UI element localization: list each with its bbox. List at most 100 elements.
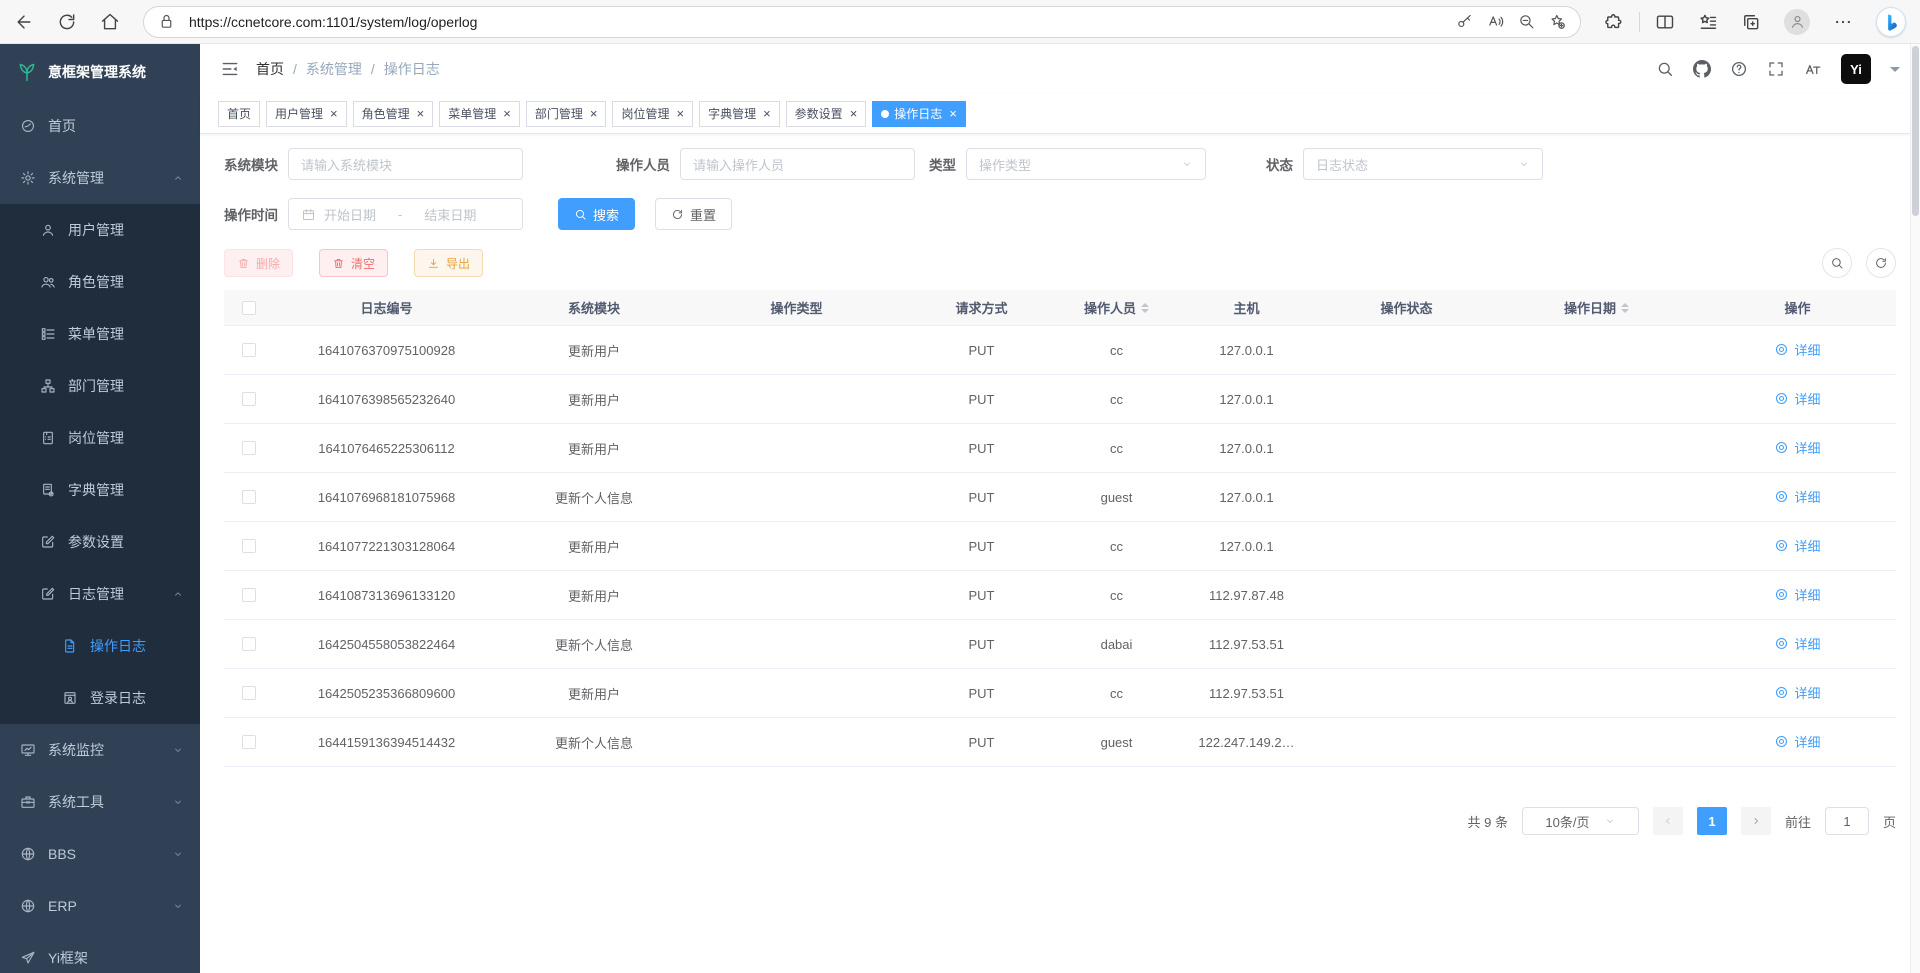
bing-chat-icon[interactable]	[1876, 7, 1906, 37]
row-checkbox[interactable]	[242, 392, 256, 406]
zoom-out-icon[interactable]	[1518, 13, 1535, 30]
row-checkbox[interactable]	[242, 686, 256, 700]
sidebar-item-11[interactable]: 登录日志	[0, 672, 200, 724]
column-header-7[interactable]: 操作日期	[1494, 298, 1699, 317]
sidebar-item-6[interactable]: 岗位管理	[0, 412, 200, 464]
detail-link[interactable]: 详细	[1774, 438, 1820, 457]
page-scrollbar[interactable]	[1910, 44, 1920, 973]
url-text[interactable]: https://ccnetcore.com:1101/system/log/op…	[189, 14, 1442, 30]
select-all-checkbox[interactable]	[242, 301, 256, 315]
sidebar-item-13[interactable]: 系统工具	[0, 776, 200, 828]
refresh-icon[interactable]	[57, 12, 77, 32]
close-icon[interactable]: ×	[949, 107, 957, 120]
back-icon[interactable]	[14, 12, 34, 32]
sidebar-item-7[interactable]: 字典管理	[0, 464, 200, 516]
favorite-add-icon[interactable]	[1549, 13, 1566, 30]
close-icon[interactable]: ×	[503, 107, 511, 120]
sidebar-item-2[interactable]: 用户管理	[0, 204, 200, 256]
close-icon[interactable]: ×	[590, 107, 598, 120]
lock-icon[interactable]	[158, 13, 175, 30]
detail-link[interactable]: 详细	[1774, 389, 1820, 408]
export-button[interactable]: 导出	[414, 249, 483, 277]
row-checkbox[interactable]	[242, 490, 256, 504]
read-aloud-icon[interactable]	[1487, 13, 1504, 30]
row-checkbox[interactable]	[242, 441, 256, 455]
home-icon[interactable]	[100, 12, 120, 32]
detail-link[interactable]: 详细	[1774, 683, 1820, 702]
tab-5[interactable]: 岗位管理×	[612, 101, 693, 127]
row-checkbox[interactable]	[242, 735, 256, 749]
sidebar-item-10[interactable]: 操作日志	[0, 620, 200, 672]
sort-caret-icon[interactable]	[1621, 303, 1629, 313]
sidebar-item-5[interactable]: 部门管理	[0, 360, 200, 412]
operator-input[interactable]: 请输入操作人员	[680, 148, 915, 180]
tab-4[interactable]: 部门管理×	[526, 101, 607, 127]
status-select[interactable]: 日志状态	[1303, 148, 1543, 180]
avatar-caret-icon[interactable]	[1890, 67, 1900, 77]
tab-3[interactable]: 菜单管理×	[439, 101, 520, 127]
close-icon[interactable]: ×	[417, 107, 425, 120]
prev-page-button[interactable]	[1653, 807, 1683, 835]
tab-6[interactable]: 字典管理×	[699, 101, 780, 127]
help-icon[interactable]	[1730, 60, 1748, 78]
page-number-1[interactable]: 1	[1697, 807, 1727, 835]
collections-icon[interactable]	[1741, 12, 1761, 32]
tab-8[interactable]: 操作日志×	[872, 101, 966, 127]
detail-link[interactable]: 详细	[1774, 732, 1820, 751]
extensions-icon[interactable]	[1604, 12, 1624, 32]
tab-1[interactable]: 用户管理×	[266, 101, 347, 127]
page-size-select[interactable]: 10条/页	[1522, 807, 1639, 835]
show-search-button[interactable]	[1822, 248, 1852, 278]
sidebar-item-1[interactable]: 系统管理	[0, 152, 200, 204]
user-avatar[interactable]: Yi	[1841, 54, 1871, 84]
detail-link[interactable]: 详细	[1774, 536, 1820, 555]
browser-profile-avatar[interactable]	[1784, 9, 1810, 35]
sidebar-item-15[interactable]: ERP	[0, 880, 200, 932]
detail-link[interactable]: 详细	[1774, 585, 1820, 604]
sidebar-item-14[interactable]: BBS	[0, 828, 200, 880]
sort-caret-icon[interactable]	[1141, 303, 1149, 313]
address-bar[interactable]: https://ccnetcore.com:1101/system/log/op…	[143, 6, 1581, 38]
module-input[interactable]: 请输入系统模块	[288, 148, 523, 180]
sidebar-item-12[interactable]: 系统监控	[0, 724, 200, 776]
search-icon[interactable]	[1656, 60, 1674, 78]
detail-link[interactable]: 详细	[1774, 634, 1820, 653]
sidebar-item-0[interactable]: 首页	[0, 100, 200, 152]
tab-2[interactable]: 角色管理×	[353, 101, 434, 127]
detail-link[interactable]: 详细	[1774, 340, 1820, 359]
close-icon[interactable]: ×	[676, 107, 684, 120]
row-checkbox[interactable]	[242, 343, 256, 357]
close-icon[interactable]: ×	[850, 107, 858, 120]
split-screen-icon[interactable]	[1655, 12, 1675, 32]
favorites-icon[interactable]	[1698, 12, 1718, 32]
breadcrumb-item[interactable]: 首页	[256, 59, 284, 79]
font-size-icon[interactable]	[1804, 60, 1822, 78]
close-icon[interactable]: ×	[330, 107, 338, 120]
sidebar-item-4[interactable]: 菜单管理	[0, 308, 200, 360]
delete-button[interactable]: 删除	[224, 249, 293, 277]
fullscreen-icon[interactable]	[1767, 60, 1785, 78]
sidebar-item-8[interactable]: 参数设置	[0, 516, 200, 568]
more-menu-icon[interactable]	[1833, 12, 1853, 32]
sidebar-item-16[interactable]: Yi框架	[0, 932, 200, 973]
date-range-input[interactable]: 开始日期 - 结束日期	[288, 198, 523, 230]
sidebar-item-9[interactable]: 日志管理	[0, 568, 200, 620]
tab-7[interactable]: 参数设置×	[786, 101, 867, 127]
reset-button[interactable]: 重置	[655, 198, 732, 230]
sidebar-item-3[interactable]: 角色管理	[0, 256, 200, 308]
search-button[interactable]: 搜索	[558, 198, 635, 230]
detail-link[interactable]: 详细	[1774, 487, 1820, 506]
row-checkbox[interactable]	[242, 637, 256, 651]
type-select[interactable]: 操作类型	[966, 148, 1206, 180]
github-icon[interactable]	[1693, 60, 1711, 78]
column-header-4[interactable]: 操作人员	[1059, 298, 1174, 317]
row-checkbox[interactable]	[242, 539, 256, 553]
password-key-icon[interactable]	[1456, 13, 1473, 30]
next-page-button[interactable]	[1741, 807, 1771, 835]
collapse-sidebar-icon[interactable]	[220, 59, 240, 79]
scrollbar-thumb[interactable]	[1912, 46, 1919, 216]
clear-button[interactable]: 清空	[319, 249, 388, 277]
tab-0[interactable]: 首页	[218, 101, 260, 127]
row-checkbox[interactable]	[242, 588, 256, 602]
refresh-table-button[interactable]	[1866, 248, 1896, 278]
